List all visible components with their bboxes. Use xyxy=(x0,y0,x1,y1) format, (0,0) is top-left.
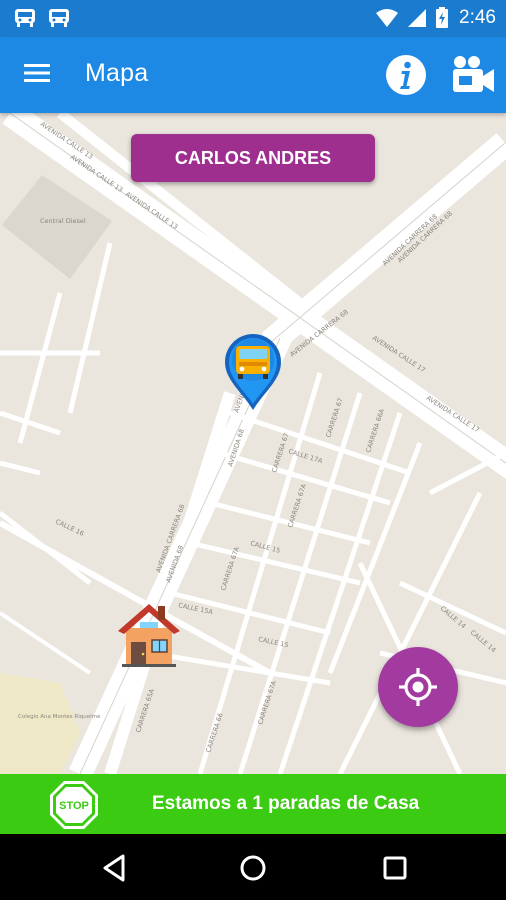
stop-sign-icon: STOP xyxy=(50,781,98,829)
notification-icons xyxy=(14,8,70,28)
stops-message: Estamos a 1 paradas de Casa xyxy=(152,793,420,814)
hamburger-menu-icon xyxy=(24,64,50,82)
home-icon xyxy=(240,855,266,881)
my-location-icon xyxy=(399,668,437,706)
house-icon xyxy=(118,604,180,667)
back-button[interactable] xyxy=(95,848,135,888)
place-label: Colegio Ana Montes Riquelme xyxy=(18,714,101,720)
my-location-button[interactable] xyxy=(378,647,458,727)
battery-icon xyxy=(436,7,449,28)
bus-icon xyxy=(49,9,69,27)
home-button[interactable] xyxy=(233,848,273,888)
stop-label: STOP xyxy=(59,800,89,812)
school-bus-icon xyxy=(225,334,281,410)
menu-button[interactable] xyxy=(22,61,58,91)
app-bar: Mapa xyxy=(0,37,506,113)
place-label: Central Diesel xyxy=(40,217,86,225)
bus-icon xyxy=(15,9,35,27)
back-icon xyxy=(103,854,125,882)
video-camera-icon xyxy=(453,56,494,92)
signal-icon xyxy=(408,9,427,27)
video-button[interactable] xyxy=(451,54,495,96)
info-button[interactable] xyxy=(385,54,427,96)
house-marker[interactable] xyxy=(116,598,182,668)
status-bar: 2:46 xyxy=(0,0,506,37)
recents-button[interactable] xyxy=(375,848,415,888)
system-nav-bar xyxy=(0,834,506,900)
page-title: Mapa xyxy=(85,59,149,87)
status-time: 2:46 xyxy=(459,7,496,28)
bus-marker[interactable] xyxy=(222,332,284,412)
student-name-chip[interactable]: CARLOS ANDRES xyxy=(131,134,375,182)
system-icons: 2:46 xyxy=(375,7,496,29)
wifi-icon xyxy=(376,9,399,27)
info-icon xyxy=(386,55,426,95)
recents-icon xyxy=(383,856,407,880)
stops-status-bar: STOP Estamos a 1 paradas de Casa xyxy=(0,774,506,834)
